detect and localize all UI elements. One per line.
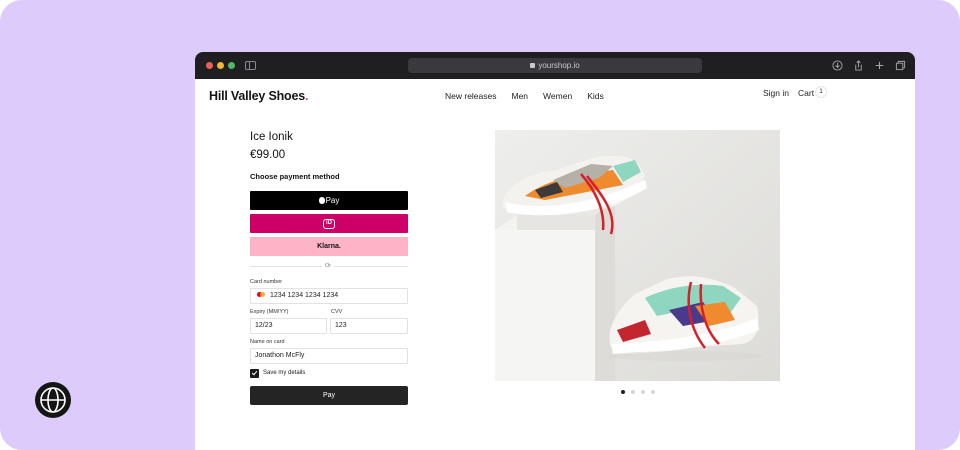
image-carousel-dots bbox=[621, 390, 661, 394]
expiry-field[interactable]: 12/23 bbox=[250, 318, 327, 334]
name-on-card-value: Jonathon McFly bbox=[255, 352, 305, 359]
save-details-checkbox[interactable] bbox=[250, 369, 259, 378]
carousel-dot-2[interactable] bbox=[631, 390, 635, 394]
ideal-button[interactable]: iD bbox=[250, 214, 408, 233]
cart-link[interactable]: Cart bbox=[798, 88, 814, 98]
maximize-window-dot[interactable] bbox=[228, 62, 235, 69]
cart-count-badge: 1 bbox=[816, 87, 826, 97]
product-title: Ice Ionik bbox=[250, 131, 293, 143]
sidebar-toggle-icon[interactable] bbox=[245, 61, 256, 70]
card-number-field[interactable]: 1234 1234 1234 1234 bbox=[250, 288, 408, 304]
cvv-label: CVV bbox=[331, 309, 343, 315]
carousel-dot-1[interactable] bbox=[621, 390, 625, 394]
product-price: €99.00 bbox=[250, 149, 286, 161]
klarna-button[interactable]: Klarna. bbox=[250, 237, 408, 256]
site-logo[interactable]: Hill Valley Shoes. bbox=[209, 89, 308, 103]
url-text: yourshop.io bbox=[538, 61, 580, 70]
mastercard-icon bbox=[257, 292, 265, 297]
card-number-label: Card number bbox=[250, 279, 283, 285]
globe-icon[interactable] bbox=[34, 381, 72, 419]
apple-pay-button[interactable]: Pay bbox=[250, 191, 408, 210]
site-header: Hill Valley Shoes. New releases Men Weme… bbox=[195, 79, 915, 114]
expiry-label: Expiry (MM/YY) bbox=[250, 309, 289, 315]
lock-icon bbox=[530, 63, 536, 68]
cvv-field[interactable]: 123 bbox=[330, 318, 408, 334]
apple-pay-label: Pay bbox=[325, 196, 340, 205]
expiry-value: 12/23 bbox=[255, 322, 273, 329]
menu-item-men[interactable]: Men bbox=[512, 91, 529, 101]
browser-window: yourshop.io Hill Valley Shoes. New relea… bbox=[195, 52, 915, 450]
browser-toolbar: yourshop.io bbox=[195, 52, 915, 79]
main-menu: New releases Men Wemen Kids bbox=[445, 91, 619, 101]
ideal-logo-icon: iD bbox=[323, 218, 335, 229]
minimize-window-dot[interactable] bbox=[217, 62, 224, 69]
cvv-value: 123 bbox=[335, 322, 347, 329]
tab-overview-icon[interactable] bbox=[895, 60, 906, 71]
menu-item-kids[interactable]: Kids bbox=[587, 91, 604, 101]
share-icon[interactable] bbox=[853, 60, 864, 71]
new-tab-icon[interactable] bbox=[874, 60, 885, 71]
name-on-card-label: Name on card bbox=[250, 339, 285, 345]
card-number-value: 1234 1234 1234 1234 bbox=[270, 292, 339, 299]
payment-heading: Choose payment method bbox=[250, 172, 340, 181]
name-on-card-field[interactable]: Jonathon McFly bbox=[250, 348, 408, 364]
carousel-dot-4[interactable] bbox=[651, 390, 655, 394]
or-label: Or bbox=[322, 263, 335, 269]
logo-text: Hill Valley Shoes bbox=[209, 89, 305, 103]
address-bar[interactable]: yourshop.io bbox=[408, 58, 702, 73]
logo-dot: . bbox=[304, 89, 309, 103]
product-image bbox=[495, 130, 780, 381]
menu-item-wemen[interactable]: Wemen bbox=[543, 91, 572, 101]
klarna-logo: Klarna. bbox=[317, 243, 341, 250]
sign-in-link[interactable]: Sign in bbox=[763, 88, 789, 98]
pay-button[interactable]: Pay bbox=[250, 386, 408, 405]
download-icon[interactable] bbox=[832, 60, 843, 71]
apple-logo-icon bbox=[318, 197, 325, 204]
save-details-label: Save my details bbox=[263, 370, 306, 376]
carousel-dot-3[interactable] bbox=[641, 390, 645, 394]
menu-item-new-releases[interactable]: New releases bbox=[445, 91, 497, 101]
close-window-dot[interactable] bbox=[206, 62, 213, 69]
